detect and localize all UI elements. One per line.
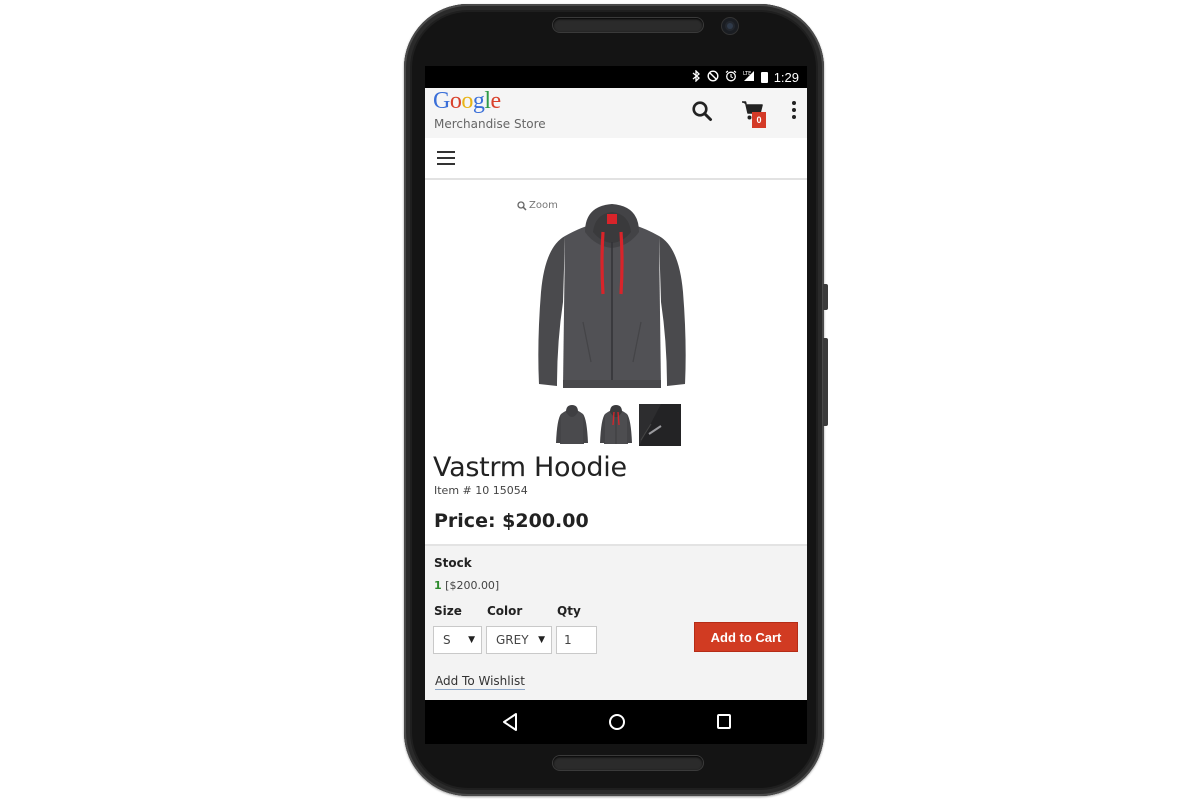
product-title: Vastrm Hoodie	[433, 452, 627, 483]
status-bar: LTE 1:29	[425, 66, 807, 88]
cart-count-badge[interactable]: 0	[752, 112, 766, 128]
android-nav-bar	[425, 700, 807, 744]
product-image[interactable]	[533, 202, 691, 394]
chevron-down-icon: ▼	[468, 635, 475, 645]
phone-screen: LTE 1:29 Google Merchandise Store 0 Zoom	[425, 66, 807, 744]
back-icon[interactable]	[501, 712, 519, 736]
item-number: Item # 10 15054	[434, 484, 528, 497]
stock-price: [$200.00]	[445, 579, 500, 592]
more-vert-icon[interactable]	[791, 101, 797, 121]
alarm-icon	[725, 70, 737, 84]
thumbnail-detail[interactable]	[639, 404, 681, 446]
battery-icon	[760, 71, 768, 83]
product-section: Zoom Vastrm Hoodie Item # 10 15054 Price…	[425, 180, 807, 544]
front-camera	[722, 18, 738, 34]
do-not-disturb-icon	[707, 70, 719, 84]
color-label: Color	[487, 604, 523, 618]
thumbnail-strip	[551, 404, 681, 446]
purchase-panel: Stock 1 [$200.00] Size Color Qty S ▼ GRE…	[425, 544, 807, 700]
menu-icon[interactable]	[437, 151, 455, 165]
size-label: Size	[434, 604, 462, 618]
recent-apps-icon[interactable]	[716, 712, 732, 736]
store-subtitle: Merchandise Store	[434, 117, 546, 131]
bottom-speaker	[553, 756, 703, 770]
color-select[interactable]: GREY ▼	[486, 626, 552, 654]
qty-input[interactable]: 1	[556, 626, 597, 654]
size-select[interactable]: S ▼	[433, 626, 482, 654]
svg-text:LTE: LTE	[743, 71, 751, 77]
search-icon[interactable]	[691, 100, 713, 122]
site-header: Google Merchandise Store 0	[425, 88, 807, 138]
thumbnail-front[interactable]	[595, 404, 637, 446]
thumbnail-back[interactable]	[551, 404, 593, 446]
size-select-value: S	[443, 633, 451, 647]
bluetooth-icon	[692, 69, 701, 84]
add-to-wishlist-link[interactable]: Add To Wishlist	[435, 674, 525, 690]
earpiece-speaker	[553, 18, 703, 32]
clock: 1:29	[773, 69, 799, 85]
magnifier-icon	[517, 200, 527, 211]
stock-quantity: 1	[434, 579, 442, 592]
product-price: Price: $200.00	[434, 510, 589, 532]
lte-signal-icon: LTE	[743, 70, 755, 84]
nav-bar	[425, 138, 807, 180]
home-icon[interactable]	[608, 712, 626, 736]
qty-label: Qty	[557, 604, 581, 618]
chevron-down-icon: ▼	[538, 635, 545, 645]
color-select-value: GREY	[496, 633, 529, 647]
stock-label: Stock	[434, 556, 472, 570]
add-to-cart-button[interactable]: Add to Cart	[694, 622, 798, 652]
volume-button	[823, 338, 828, 426]
google-logo[interactable]: Google	[433, 88, 501, 114]
power-button	[823, 284, 828, 310]
stock-value: 1 [$200.00]	[434, 579, 499, 592]
